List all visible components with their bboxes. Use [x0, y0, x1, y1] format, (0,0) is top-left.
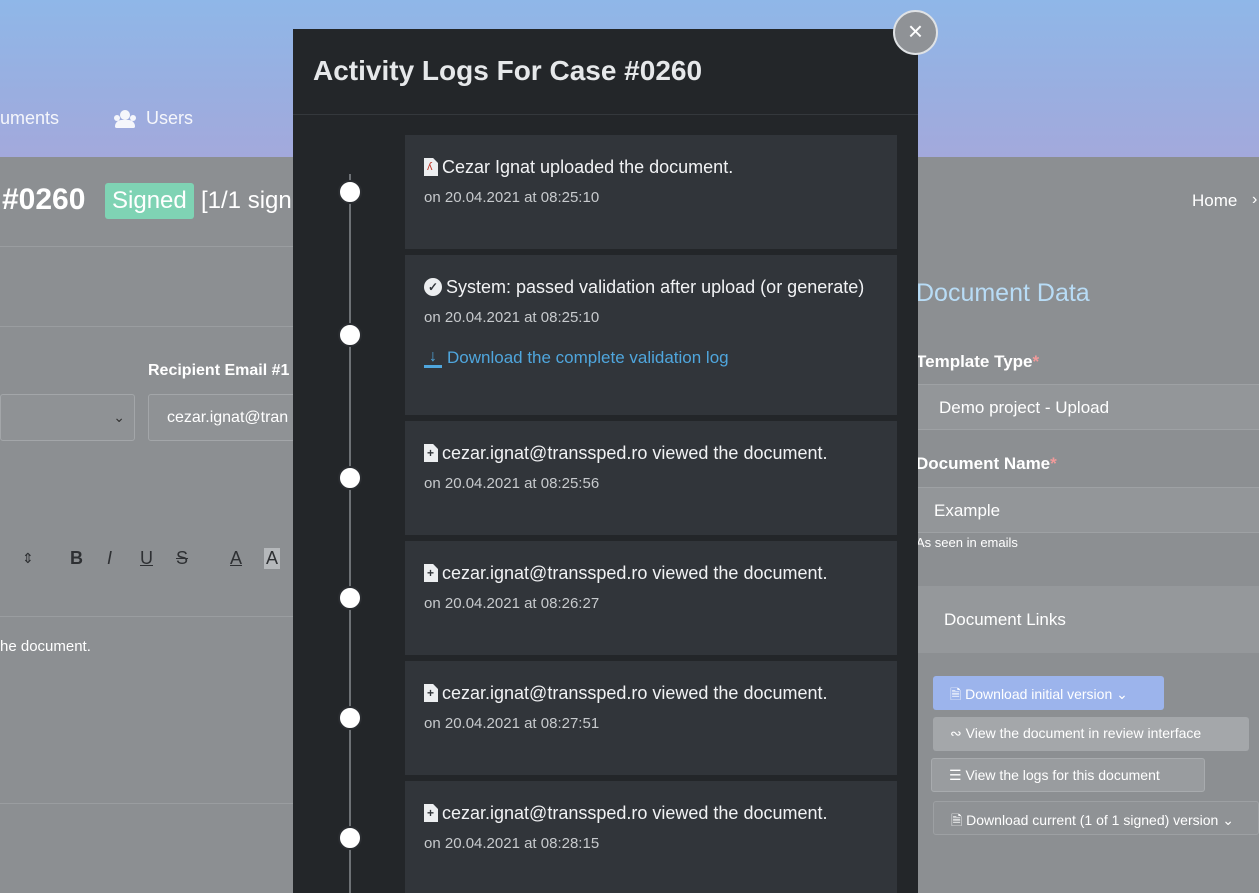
nav-users-label: Users [146, 108, 194, 128]
log-entry-text: cezar.ignat@transsped.ro viewed the docu… [442, 803, 828, 823]
users-icon [112, 109, 138, 128]
editor-text: he document. [0, 638, 91, 655]
recipient-select[interactable]: ⌄ [0, 394, 135, 441]
download-validation-log-link[interactable]: ↓ Download the complete validation log [424, 348, 878, 368]
file-plus-icon [424, 444, 438, 462]
log-entry-date: on 20.04.2021 at 08:25:56 [424, 475, 600, 492]
modal-title: Activity Logs For Case #0260 [313, 55, 703, 86]
download-icon: ↓ [424, 348, 442, 368]
document-links-title: Document Links [916, 586, 1259, 653]
strikethrough-button[interactable]: S [176, 548, 188, 569]
log-entry: cezar.ignat@transsped.ro viewed the docu… [405, 661, 897, 775]
timeline-dot [338, 706, 362, 730]
log-entry-date: on 20.04.2021 at 08:25:10 [424, 189, 600, 206]
log-entry-date: on 20.04.2021 at 08:25:10 [424, 309, 600, 326]
close-icon: × [907, 16, 924, 46]
document-name-note: As seen in emails [916, 535, 1018, 550]
log-entry: cezar.ignat@transsped.ro viewed the docu… [405, 781, 897, 893]
file-plus-icon [424, 804, 438, 822]
bold-button[interactable]: B [70, 548, 83, 569]
download-current-button[interactable]: 🗎 Download current (1 of 1 signed) versi… [933, 801, 1259, 835]
review-interface-button[interactable]: ∾ View the document in review interface [933, 717, 1249, 751]
pdf-file-icon [424, 158, 438, 176]
chevron-down-icon: ⌄ [113, 409, 125, 425]
chevron-down-icon: ⌄ [1116, 686, 1128, 702]
document-data-title: Document Data [916, 279, 1090, 307]
sort-icon[interactable]: ⇕ [22, 550, 34, 567]
file-plus-icon [424, 564, 438, 582]
nav-users[interactable]: Users [112, 108, 193, 129]
activity-logs-modal: Activity Logs For Case #0260 Cezar Ignat… [293, 29, 918, 893]
recipient-label: Recipient Email #1 [148, 362, 290, 379]
list-icon: ☰ [949, 767, 962, 783]
log-entry: cezar.ignat@transsped.ro viewed the docu… [405, 541, 897, 655]
recipient-email-input[interactable]: cezar.ignat@tran [148, 394, 308, 441]
log-entry: Cezar Ignat uploaded the document. on 20… [405, 135, 897, 249]
template-type-label: Template Type* [916, 352, 1040, 371]
font-color-button[interactable]: A [230, 548, 242, 569]
divider [0, 326, 300, 327]
log-entry-date: on 20.04.2021 at 08:27:51 [424, 715, 600, 732]
chevron-down-icon: ⌄ [1222, 812, 1234, 828]
underline-button[interactable]: U [140, 548, 153, 569]
log-entry: ✓ System: passed validation after upload… [405, 255, 897, 415]
nav-documents[interactable]: uments [0, 108, 59, 129]
download-initial-button[interactable]: 🗎 Download initial version ⌄ [933, 676, 1164, 710]
file-download-icon: 🗎 [951, 812, 963, 828]
file-plus-icon [424, 684, 438, 702]
modal-header: Activity Logs For Case #0260 [293, 29, 918, 115]
status-badge: Signed [105, 183, 194, 219]
log-entry-date: on 20.04.2021 at 08:28:15 [424, 835, 600, 852]
log-entry-text: cezar.ignat@transsped.ro viewed the docu… [442, 563, 828, 583]
timeline-line [349, 174, 351, 893]
document-name-label: Document Name* [916, 454, 1057, 473]
italic-button[interactable]: I [107, 548, 112, 569]
highlight-button[interactable]: A [264, 548, 281, 569]
template-type-field[interactable]: Demo project - Upload [916, 384, 1259, 430]
signature-icon: ∾ [950, 725, 962, 741]
timeline-dot [338, 466, 362, 490]
log-entry-text: cezar.ignat@transsped.ro viewed the docu… [442, 683, 828, 703]
signed-count: [1/1 sign [201, 187, 292, 214]
check-circle-icon: ✓ [424, 278, 442, 296]
document-name-field[interactable]: Example [916, 487, 1259, 533]
divider [0, 246, 300, 247]
nav-documents-label: uments [0, 108, 60, 128]
log-entry-text: System: passed validation after upload (… [446, 277, 865, 297]
breadcrumb-home[interactable]: Home [1192, 191, 1237, 211]
timeline-dot [338, 180, 362, 204]
close-button[interactable]: × [893, 10, 938, 55]
file-download-icon: 🗎 [950, 686, 962, 702]
breadcrumb-separator: › [1252, 191, 1258, 208]
log-entry-text: Cezar Ignat uploaded the document. [442, 157, 734, 177]
timeline-dot [338, 586, 362, 610]
timeline-dot [338, 826, 362, 850]
log-entry-text: cezar.ignat@transsped.ro viewed the docu… [442, 443, 828, 463]
log-entry-date: on 20.04.2021 at 08:26:27 [424, 595, 600, 612]
view-logs-button[interactable]: ☰ View the logs for this document [931, 758, 1205, 792]
case-title: #0260 [2, 183, 86, 216]
timeline-dot [338, 323, 362, 347]
log-entry: cezar.ignat@transsped.ro viewed the docu… [405, 421, 897, 535]
